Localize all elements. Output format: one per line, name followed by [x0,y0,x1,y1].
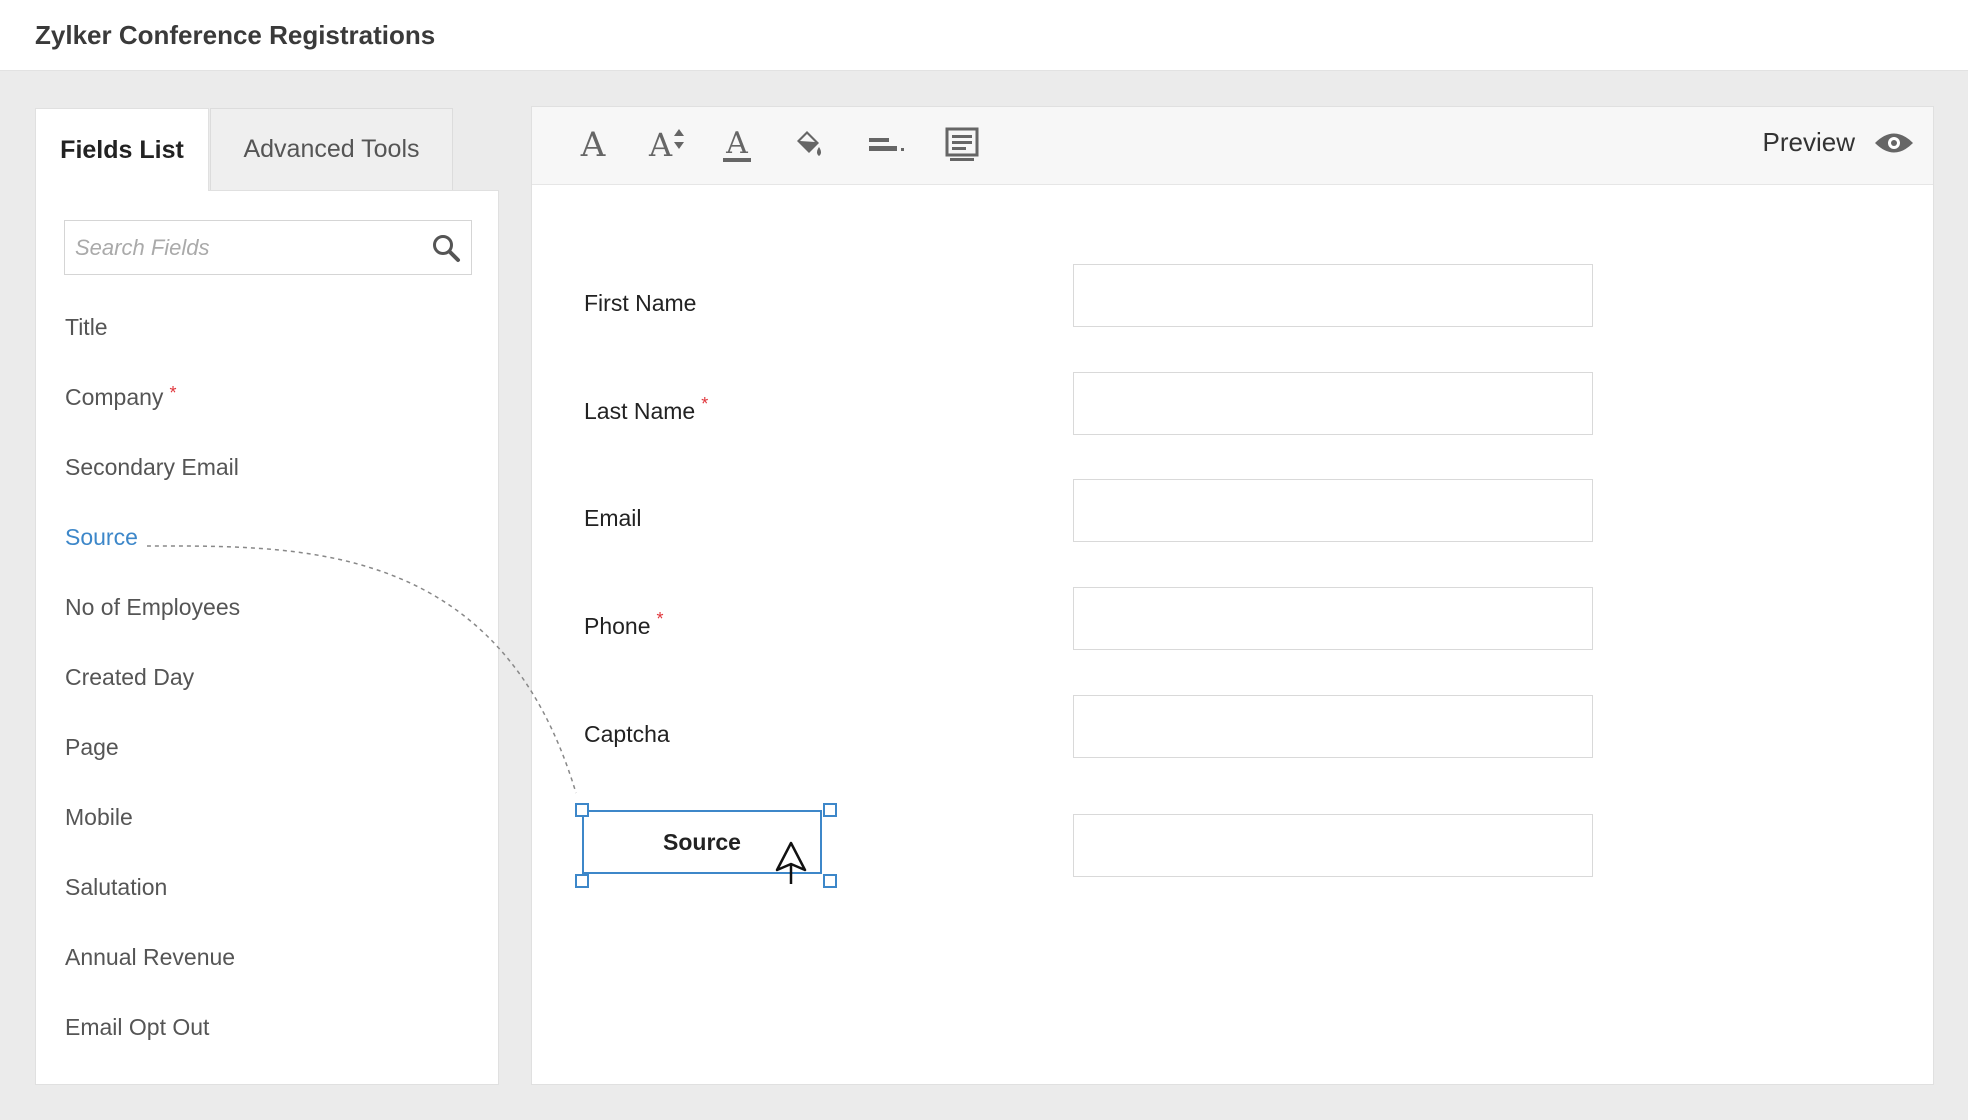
field-list-item[interactable]: Title [65,307,465,377]
field-list: Title Company * Secondary Email Source No of … [65,307,465,1077]
field-list-item-label: Salutation [65,874,168,900]
font-size-icon[interactable]: A [642,121,692,169]
search-box [64,220,472,275]
tab-fields-list[interactable]: Fields List [35,108,209,191]
form-field-input[interactable] [1073,264,1593,327]
field-list-item[interactable]: Mobile [65,797,465,867]
resize-handle-bottom-right[interactable] [823,874,837,888]
form-field-label-text: Email [584,505,642,531]
field-list-item-label: Company [65,384,164,410]
preview-label: Preview [1762,127,1855,157]
search-icon[interactable] [431,233,461,263]
fill-color-icon[interactable] [784,121,834,169]
tab-advanced-tools[interactable]: Advanced Tools [210,108,453,191]
layout-icon[interactable] [937,121,987,169]
field-list-item-label: Page [65,734,119,760]
form-field-input[interactable] [1073,372,1593,435]
preview-button[interactable]: Preview [1763,127,1915,158]
field-list-item-label: Mobile [65,804,133,830]
form-field-label-text: First Name [584,290,697,316]
form-field-input[interactable] [1073,479,1593,542]
font-color-icon[interactable]: A [712,121,762,169]
resize-handle-top-left[interactable] [575,803,589,817]
font-style-icon[interactable]: A [568,121,618,169]
form-field-label: Email [584,505,642,532]
left-panel: Fields List Advanced Tools Title Company*… [35,108,499,1085]
field-list-item-label: Annual Revenue [65,944,236,970]
required-marker: * [656,609,664,629]
source-input[interactable] [1073,814,1593,877]
field-list-item[interactable]: Email Opt Out [65,1007,465,1077]
form-field-label-text: Captcha [584,721,670,747]
form-field-input[interactable] [1073,587,1593,650]
field-list-item-label: Source [65,524,138,550]
field-list-item[interactable]: Source [65,517,465,587]
resize-handle-bottom-left[interactable] [575,874,589,888]
fields-panel: Title Company* Secondary Email Source No of … [35,190,499,1085]
field-list-item[interactable]: Page [65,727,465,797]
form-field-input[interactable] [1073,695,1593,758]
field-list-item-label: Secondary Email [65,454,239,480]
svg-text:A: A [725,126,748,161]
form-field-label: Last Name * [584,394,708,425]
field-list-item-label: Title [65,314,108,340]
field-list-item[interactable]: Secondary Email [65,447,465,517]
field-list-item[interactable]: No of Employees [65,587,465,657]
drag-field-label: Source [663,828,741,855]
field-list-item-label: Created Day [65,664,195,690]
editor-toolbar: A A A Preview [532,107,1933,185]
search-input[interactable] [65,221,415,274]
eye-icon [1875,133,1913,152]
field-list-item[interactable]: Annual Revenue [65,937,465,1007]
label-align-icon[interactable] [862,121,912,169]
cursor-icon [775,841,807,884]
form-field-label: First Name [584,290,696,317]
form-field-label: Phone * [584,609,664,640]
field-list-item[interactable]: Company * [65,377,465,447]
form-field-label-text: Last Name [584,398,696,424]
app-title: Zylker Conference Registrations [35,20,436,50]
form-field-label: Captcha [584,721,670,748]
field-list-item[interactable]: Created Day [65,657,465,727]
field-list-item[interactable]: Salutation [65,867,465,937]
field-list-item-label: Email Opt Out [65,1014,210,1040]
field-list-item-label: No of Employees [65,594,241,620]
required-marker: * [701,394,709,414]
required-marker: * [169,383,177,403]
top-bar: Zylker Conference Registrations [0,0,1968,71]
resize-handle-top-right[interactable] [823,803,837,817]
form-editor: A A A Preview First Name Last Name * Ema… [531,106,1934,1085]
form-field-label-text: Phone [584,613,651,639]
